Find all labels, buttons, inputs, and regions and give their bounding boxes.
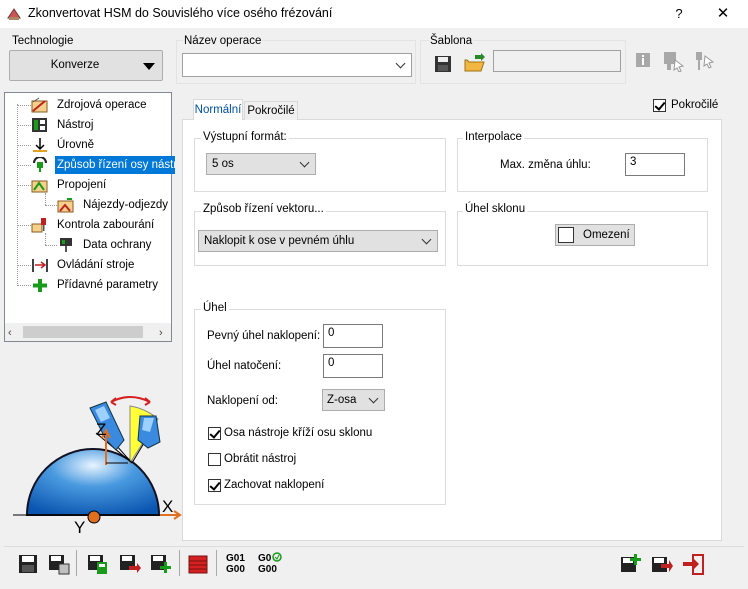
y-axis-label: Y: [74, 518, 85, 533]
rotation-angle-input[interactable]: 0: [323, 354, 383, 378]
vector-control-value: Naklopit k ose v pevném úhlu: [204, 235, 355, 247]
technology-label: Technologie: [12, 35, 74, 47]
vector-control-label: Způsob řízení vektoru...: [201, 203, 326, 215]
tree-item-label: Propojení: [57, 179, 107, 191]
output-format-value: 5 os: [212, 158, 234, 170]
dropdown-arrow-icon: [143, 63, 155, 70]
reverse-tool-label: Obrátit nástroj: [224, 453, 297, 465]
info-icon[interactable]: [636, 53, 650, 67]
scroll-right-icon[interactable]: ›: [159, 327, 163, 339]
tool-select-icon[interactable]: [694, 50, 718, 72]
ok-export-icon[interactable]: [649, 552, 673, 576]
scroll-left-icon[interactable]: ‹: [8, 327, 12, 339]
fixed-tilt-input[interactable]: 0: [323, 324, 383, 348]
window-title: Zkonvertovat HSM do Souvislého více oséh…: [28, 6, 333, 20]
fixed-tilt-label: Pevný úhel naklopení:: [207, 330, 321, 342]
tilt-from-select[interactable]: Z-osa: [322, 389, 385, 411]
save-calc-icon[interactable]: [85, 552, 109, 576]
open-template-icon[interactable]: [463, 53, 487, 73]
advanced-checkbox-label: Pokročilé: [671, 99, 719, 111]
tree-item-label: Nájezdy-odjezdy: [83, 199, 169, 211]
x-axis-label: X: [162, 497, 173, 516]
ok-add-icon[interactable]: [618, 552, 642, 576]
tool-axis-icon: [33, 157, 47, 172]
title-bar: Zkonvertovat HSM do Souvislého více oséh…: [0, 0, 748, 28]
g01-label: G01: [226, 553, 245, 564]
levels-icon: [33, 138, 47, 152]
operation-tree: Zdrojová operace Nástroj Úrovně Způsob ř…: [4, 92, 175, 342]
linking-icon: [31, 180, 48, 193]
lead-in-out-icon: [57, 198, 74, 213]
g00-label-2: G00: [258, 564, 277, 575]
tree-item-label: Data ochrany: [83, 239, 152, 251]
save-template-icon[interactable]: [434, 55, 452, 73]
tilt-from-label: Naklopení od:: [207, 395, 278, 407]
vector-control-select[interactable]: Naklopit k ose v pevném úhlu: [198, 230, 438, 252]
tab-normal[interactable]: Normální: [193, 99, 243, 120]
advanced-checkbox[interactable]: [653, 99, 666, 112]
g01-g00-button[interactable]: G01 G00: [226, 553, 245, 575]
stock-layers-icon[interactable]: [186, 552, 210, 576]
tree-item-label: Ovládání stroje: [57, 259, 135, 271]
close-button[interactable]: ✕: [712, 4, 734, 24]
technology-value: Konverze: [50, 59, 100, 71]
limit-button[interactable]: Omezení: [555, 224, 635, 246]
chevron-down-icon: [395, 58, 406, 69]
tool-icon: [32, 118, 47, 132]
save-export-icon[interactable]: [117, 552, 141, 576]
app-icon: [7, 8, 21, 20]
save-icon[interactable]: [16, 552, 40, 576]
technology-dropdown[interactable]: Konverze: [9, 50, 163, 81]
exit-icon[interactable]: [681, 552, 705, 576]
operation-name-combo[interactable]: [182, 53, 412, 77]
tool-library-icon[interactable]: [661, 50, 687, 72]
tree-item-label: Kontrola zabourání: [57, 219, 155, 231]
operation-name-label: Název operace: [183, 35, 263, 47]
chevron-down-icon: [368, 393, 379, 404]
tool-axis-cross-checkbox[interactable]: [208, 427, 221, 440]
g00-label: G00: [226, 564, 245, 575]
max-angle-input[interactable]: 3: [625, 153, 685, 176]
tree-item-label: Zdrojová operace: [57, 99, 147, 111]
template-label: Šablona: [429, 35, 474, 47]
tree-item-label: Úrovně: [57, 139, 95, 151]
output-format-label: Výstupní formát:: [201, 131, 289, 143]
gouge-check-icon: [31, 218, 46, 233]
keep-tilt-label: Zachovat naklopení: [224, 479, 325, 491]
template-field[interactable]: [493, 50, 621, 72]
scrollbar-thumb[interactable]: [23, 326, 143, 338]
tree-item-label: Způsob řízení osy nástro: [55, 156, 175, 174]
limit-button-label: Omezení: [583, 229, 630, 241]
limit-checkbox-icon: [558, 227, 574, 243]
tree-item-label: Nástroj: [57, 119, 94, 131]
chevron-down-icon: [421, 234, 432, 245]
save-as-icon[interactable]: [46, 552, 70, 576]
chevron-down-icon: [299, 157, 310, 168]
interpolation-label: Interpolace: [463, 131, 524, 143]
max-angle-label: Max. změna úhlu:: [500, 159, 591, 171]
output-format-select[interactable]: 5 os: [206, 153, 316, 175]
tree-item-label: Přídavné parametry: [57, 279, 158, 291]
green-circle-icon: [272, 552, 282, 562]
reverse-tool-checkbox[interactable]: [208, 453, 221, 466]
rotation-angle-label: Úhel natočení:: [207, 360, 282, 372]
tree-scrollbar[interactable]: ‹ ›: [5, 323, 171, 341]
tab-advanced[interactable]: Pokročilé: [244, 101, 298, 120]
tilt-from-value: Z-osa: [327, 394, 357, 406]
machine-control-icon: [32, 259, 48, 272]
source-operation-icon: [31, 97, 48, 113]
help-button[interactable]: ?: [668, 4, 690, 24]
protection-data-icon: [60, 238, 72, 252]
keep-tilt-checkbox[interactable]: [208, 479, 221, 492]
z-axis-label: Z: [96, 420, 106, 439]
angle-group-label: Úhel: [201, 302, 229, 314]
tool-axis-cross-label: Osa nástroje kříží osu sklonu: [224, 427, 373, 439]
tool-tilt-diagram: Z X Y: [13, 396, 182, 533]
tilt-angle-label: Úhel sklonu: [463, 203, 528, 215]
save-add-icon[interactable]: [148, 552, 172, 576]
plus-icon: [33, 279, 47, 292]
